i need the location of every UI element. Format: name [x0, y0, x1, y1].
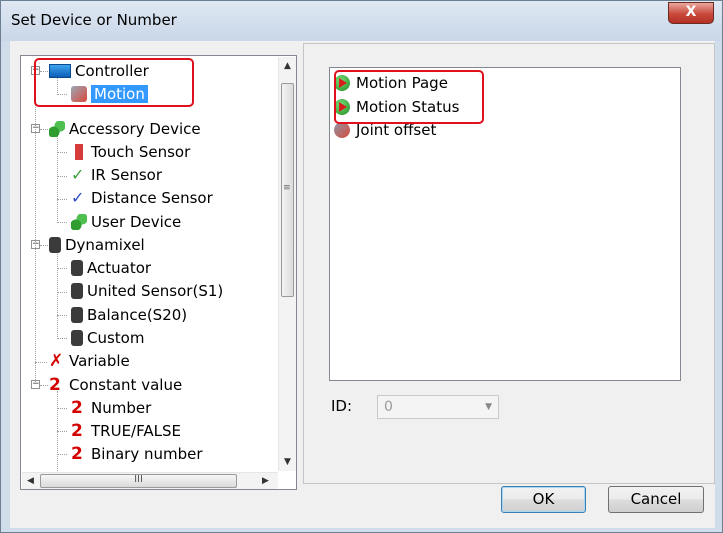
user-device-icon [71, 213, 87, 230]
number-icon: 2 [71, 397, 83, 418]
actuator-icon [71, 259, 83, 276]
true-false-icon: 2 [71, 420, 83, 441]
tree-line [40, 385, 48, 386]
item-list[interactable]: Motion Page Motion Status Joint offset [329, 67, 681, 381]
tree-item-label: Custom [87, 329, 145, 347]
tree-item-label: User Device [91, 213, 182, 231]
constant-value-icon: 2 [49, 374, 61, 395]
tree-line [40, 129, 48, 130]
tree-item-user-device[interactable]: User Device [71, 211, 181, 233]
tree-vertical-scrollbar[interactable]: ▲ ≡ ▼ [278, 57, 296, 471]
id-label: ID: [331, 397, 353, 415]
title-bar[interactable]: Set Device or Number X [1, 1, 722, 41]
tree-line [57, 152, 67, 153]
id-combobox[interactable]: 0 ▼ [377, 395, 499, 419]
scroll-left-arrow-icon[interactable]: ◀ [27, 476, 34, 486]
dialog-window: Set Device or Number X − − − − Controlle… [0, 0, 723, 533]
tree-item-label: United Sensor(S1) [87, 282, 224, 300]
tree-line [57, 176, 67, 177]
tree-vertical-scroll-thumb[interactable]: ≡ [281, 83, 294, 297]
tree-line [57, 199, 67, 200]
chevron-down-icon[interactable]: ▼ [485, 396, 492, 418]
variable-icon: ✗ [49, 350, 64, 371]
tree-line [57, 431, 67, 432]
tree-item-distance-sensor[interactable]: ✓ Distance Sensor [71, 187, 213, 209]
tree-item-label: Actuator [87, 259, 152, 277]
tree-item-balance[interactable]: Balance(S20) [71, 304, 187, 326]
tree-item-accessory-device[interactable]: Accessory Device [49, 118, 201, 140]
tree-line [57, 135, 58, 223]
tree-item-touch-sensor[interactable]: Touch Sensor [71, 141, 190, 163]
highlight-box-motion-items [334, 70, 484, 124]
tree-item-constant-value[interactable]: 2 Constant value [49, 374, 182, 396]
tree-item-dynamixel[interactable]: Dynamixel [49, 234, 145, 256]
binary-number-icon: 2 [71, 443, 83, 464]
balance-icon [71, 306, 83, 323]
tree-item-label: Dynamixel [65, 236, 145, 254]
tree-line [57, 454, 67, 455]
tree-line [57, 338, 67, 339]
scroll-grip-icon: ≡ [283, 183, 291, 193]
device-tree[interactable]: − − − − Controller Motion Accessory Devi… [20, 55, 297, 490]
scroll-down-arrow-icon[interactable]: ▼ [284, 457, 291, 467]
window-title: Set Device or Number [11, 11, 177, 29]
tree-item-label: Accessory Device [69, 120, 201, 138]
close-button[interactable]: X [668, 2, 714, 24]
scroll-right-arrow-icon[interactable]: ▶ [262, 476, 269, 486]
distance-sensor-icon: ✓ [71, 187, 85, 207]
touch-sensor-icon [71, 143, 87, 160]
tree-item-label: Balance(S20) [87, 306, 188, 324]
tree-line [57, 268, 67, 269]
tree-item-true-false[interactable]: 2 TRUE/FALSE [71, 420, 181, 442]
accessory-device-icon [49, 120, 65, 137]
tree-item-label: Number [91, 399, 152, 417]
tree-line [35, 362, 47, 363]
custom-icon [71, 329, 83, 346]
united-sensor-icon [71, 282, 83, 299]
scroll-up-arrow-icon[interactable]: ▲ [284, 61, 291, 71]
highlight-box-controller [34, 58, 194, 107]
tree-item-label: Distance Sensor [91, 189, 213, 207]
tree-item-label: IR Sensor [91, 166, 163, 184]
tree-item-ir-sensor[interactable]: ✓ IR Sensor [71, 164, 162, 186]
tree-line [35, 76, 36, 382]
id-value: 0 [384, 399, 393, 415]
tree-item-label: Constant value [69, 376, 183, 394]
tree-line [57, 251, 58, 339]
ir-sensor-icon: ✓ [71, 164, 85, 184]
tree-item-label: Binary number [91, 445, 203, 463]
tree-horizontal-scrollbar[interactable]: ◀ III ▶ [22, 472, 278, 489]
tree-item-united-sensor[interactable]: United Sensor(S1) [71, 280, 223, 302]
tree-horizontal-scroll-thumb[interactable]: III [40, 474, 237, 488]
tree-item-custom[interactable]: Custom [71, 327, 144, 349]
tree-item-label: Variable [69, 352, 130, 370]
tree-item-label: TRUE/FALSE [91, 422, 181, 440]
tree-item-actuator[interactable]: Actuator [71, 257, 151, 279]
tree-line [57, 408, 67, 409]
tree-line [57, 222, 67, 223]
tree-item-variable[interactable]: ✗ Variable [49, 350, 130, 372]
tree-item-number[interactable]: 2 Number [71, 397, 151, 419]
tree-item-label: Touch Sensor [91, 143, 191, 161]
dynamixel-icon [49, 236, 61, 253]
ok-button[interactable]: OK [501, 486, 586, 513]
tree-line [57, 315, 67, 316]
tree-item-binary-number[interactable]: 2 Binary number [71, 443, 203, 465]
tree-line [57, 292, 67, 293]
tree-line [40, 245, 48, 246]
cancel-button[interactable]: Cancel [608, 486, 704, 513]
